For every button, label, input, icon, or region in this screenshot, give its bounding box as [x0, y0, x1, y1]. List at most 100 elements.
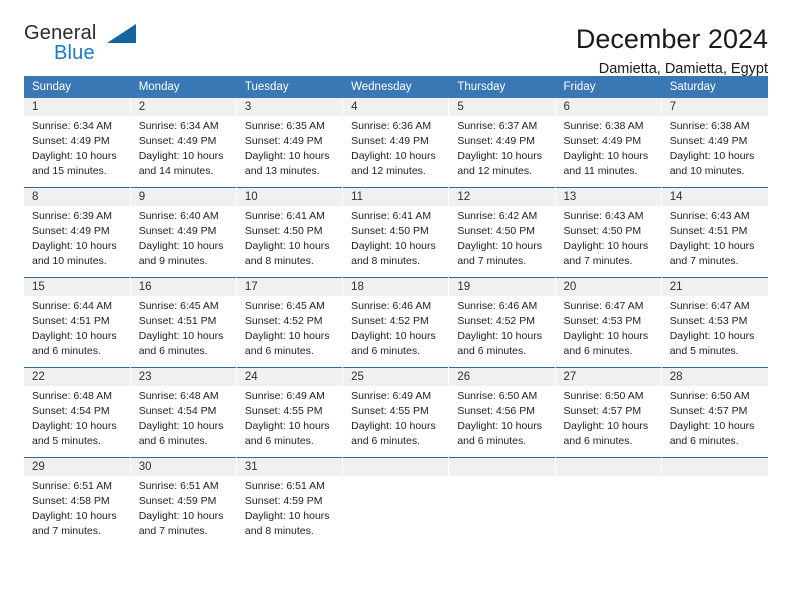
- day-detail-cell[interactable]: Sunrise: 6:45 AM Sunset: 4:52 PM Daylight:…: [236, 296, 344, 368]
- day-detail-cell[interactable]: Sunrise: 6:34 AM Sunset: 4:49 PM Daylight:…: [24, 116, 131, 188]
- week-detail-row: Sunrise: 6:48 AM Sunset: 4:54 PM Daylight:…: [24, 386, 768, 458]
- day-number-cell[interactable]: 16: [130, 277, 237, 296]
- day-detail-cell[interactable]: Sunrise: 6:49 AM Sunset: 4:55 PM Daylight:…: [236, 386, 344, 458]
- day-sunset-text: Sunset: 4:52 PM: [457, 315, 535, 327]
- day-daylight-text: Daylight: 10 hours: [32, 510, 117, 522]
- day-detail-cell[interactable]: Sunrise: 6:47 AM Sunset: 4:53 PM Daylight:…: [661, 296, 768, 368]
- day-daylight-text: Daylight: 10 hours: [138, 150, 224, 162]
- day-number-cell[interactable]: 20: [555, 277, 662, 296]
- day-number-cell[interactable]: 3: [236, 98, 344, 116]
- day-detail-cell[interactable]: Sunrise: 6:46 AM Sunset: 4:52 PM Daylight:…: [342, 296, 450, 368]
- day-detail-cell[interactable]: Sunrise: 6:50 AM Sunset: 4:57 PM Daylight:…: [555, 386, 662, 458]
- day-number-cell[interactable]: 12: [448, 187, 556, 206]
- day-daylight-text: Daylight: 10 hours: [138, 420, 224, 432]
- day-detail-cell[interactable]: Sunrise: 6:51 AM Sunset: 4:58 PM Daylight:…: [24, 476, 131, 547]
- day-number-cell[interactable]: 17: [236, 277, 344, 296]
- day-daylight-text: Daylight: 10 hours: [244, 150, 330, 162]
- day-sunrise-text: Sunrise: 6:51 AM: [32, 480, 112, 492]
- day-number-cell[interactable]: 11: [342, 187, 450, 206]
- day-detail-cell[interactable]: Sunrise: 6:36 AM Sunset: 4:49 PM Daylight:…: [342, 116, 450, 188]
- day-daylight-text: and 15 minutes.: [32, 165, 107, 177]
- day-daylight-text: and 6 minutes.: [563, 435, 633, 447]
- day-daylight-text: and 6 minutes.: [351, 345, 420, 357]
- day-number-cell[interactable]: 27: [555, 367, 662, 386]
- day-detail-cell[interactable]: Sunrise: 6:50 AM Sunset: 4:57 PM Daylight:…: [661, 386, 768, 458]
- day-daylight-text: and 6 minutes.: [457, 345, 527, 357]
- day-detail-cell[interactable]: Sunrise: 6:46 AM Sunset: 4:52 PM Daylight:…: [448, 296, 556, 368]
- day-detail-cell[interactable]: Sunrise: 6:43 AM Sunset: 4:50 PM Daylight:…: [555, 206, 662, 278]
- day-number-cell[interactable]: 25: [342, 367, 450, 386]
- general-blue-logo[interactable]: General Blue: [24, 22, 154, 74]
- day-number-cell[interactable]: 26: [448, 367, 556, 386]
- day-daylight-text: and 6 minutes.: [669, 435, 739, 447]
- day-daylight-text: and 8 minutes.: [244, 255, 314, 267]
- day-number-cell[interactable]: 2: [130, 98, 237, 116]
- day-daylight-text: and 6 minutes.: [244, 435, 314, 447]
- day-daylight-text: Daylight: 10 hours: [457, 240, 542, 252]
- day-daylight-text: Daylight: 10 hours: [563, 330, 649, 342]
- day-daylight-text: and 7 minutes.: [669, 255, 739, 267]
- day-number-cell[interactable]: 29: [24, 457, 131, 476]
- day-number-cell[interactable]: 21: [661, 277, 768, 296]
- day-detail-cell[interactable]: Sunrise: 6:48 AM Sunset: 4:54 PM Daylight:…: [24, 386, 131, 458]
- day-daylight-text: Daylight: 10 hours: [138, 330, 224, 342]
- day-detail-cell[interactable]: Sunrise: 6:45 AM Sunset: 4:51 PM Daylight:…: [130, 296, 237, 368]
- day-detail-cell[interactable]: Sunrise: 6:49 AM Sunset: 4:55 PM Daylight:…: [342, 386, 450, 458]
- day-number-cell[interactable]: 28: [661, 367, 768, 386]
- day-number-cell[interactable]: 5: [448, 98, 556, 116]
- day-number-cell[interactable]: 14: [661, 187, 768, 206]
- day-detail-cell[interactable]: Sunrise: 6:34 AM Sunset: 4:49 PM Daylight:…: [130, 116, 237, 188]
- day-number-cell[interactable]: 18: [342, 277, 450, 296]
- day-number-cell[interactable]: 24: [236, 367, 344, 386]
- day-number-cell[interactable]: 8: [24, 187, 131, 206]
- day-sunrise-text: Sunrise: 6:40 AM: [138, 210, 219, 222]
- day-detail-cell[interactable]: Sunrise: 6:51 AM Sunset: 4:59 PM Daylight:…: [236, 476, 344, 547]
- day-daylight-text: and 12 minutes.: [351, 165, 426, 177]
- day-daylight-text: Daylight: 10 hours: [351, 330, 436, 342]
- day-daylight-text: and 10 minutes.: [669, 165, 745, 177]
- day-number-cell[interactable]: 10: [236, 187, 344, 206]
- day-number-cell[interactable]: 13: [555, 187, 662, 206]
- day-sunset-text: Sunset: 4:51 PM: [669, 225, 748, 237]
- day-detail-cell[interactable]: Sunrise: 6:37 AM Sunset: 4:49 PM Daylight:…: [448, 116, 556, 188]
- day-daylight-text: Daylight: 10 hours: [32, 420, 117, 432]
- day-detail-cell[interactable]: Sunrise: 6:41 AM Sunset: 4:50 PM Daylight:…: [236, 206, 344, 278]
- day-sunrise-text: Sunrise: 6:43 AM: [563, 210, 644, 222]
- day-number-cell[interactable]: 1: [24, 98, 131, 116]
- day-sunset-text: Sunset: 4:49 PM: [32, 225, 110, 237]
- day-daylight-text: and 7 minutes.: [32, 525, 101, 537]
- day-sunrise-text: Sunrise: 6:44 AM: [32, 300, 112, 312]
- day-daylight-text: and 13 minutes.: [244, 165, 320, 177]
- day-sunset-text: Sunset: 4:53 PM: [563, 315, 642, 327]
- day-number-cell[interactable]: 22: [24, 367, 131, 386]
- day-detail-cell[interactable]: Sunrise: 6:42 AM Sunset: 4:50 PM Daylight:…: [448, 206, 556, 278]
- day-detail-cell[interactable]: Sunrise: 6:38 AM Sunset: 4:49 PM Daylight:…: [555, 116, 662, 188]
- day-number-cell[interactable]: 15: [24, 277, 131, 296]
- day-number-cell[interactable]: 6: [555, 98, 662, 116]
- day-detail-cell[interactable]: Sunrise: 6:41 AM Sunset: 4:50 PM Daylight:…: [342, 206, 450, 278]
- calendar-body: 1 2 3 4 5 6 7 Sunrise: 6:34 AM Sunset: 4:49 PM Da…: [24, 98, 768, 547]
- day-detail-cell[interactable]: Sunrise: 6:44 AM Sunset: 4:51 PM Daylight:…: [24, 296, 131, 368]
- day-number-cell[interactable]: 19: [448, 277, 556, 296]
- day-number-cell[interactable]: 7: [661, 98, 768, 116]
- day-daylight-text: Daylight: 10 hours: [457, 150, 542, 162]
- day-sunset-text: Sunset: 4:49 PM: [244, 135, 323, 147]
- day-detail-cell[interactable]: Sunrise: 6:43 AM Sunset: 4:51 PM Daylight:…: [661, 206, 768, 278]
- triangle-icon: [107, 24, 136, 43]
- calendar-page: General Blue December 2024 Damietta, Dam…: [0, 0, 792, 612]
- day-number-cell[interactable]: 4: [342, 98, 450, 116]
- day-detail-cell[interactable]: Sunrise: 6:39 AM Sunset: 4:49 PM Daylight:…: [24, 206, 131, 278]
- day-detail-cell[interactable]: Sunrise: 6:40 AM Sunset: 4:49 PM Daylight:…: [130, 206, 237, 278]
- day-number-cell[interactable]: 30: [130, 457, 237, 476]
- day-detail-cell[interactable]: Sunrise: 6:38 AM Sunset: 4:49 PM Daylight:…: [661, 116, 768, 188]
- day-detail-cell[interactable]: Sunrise: 6:47 AM Sunset: 4:53 PM Daylight:…: [555, 296, 662, 368]
- day-detail-cell[interactable]: Sunrise: 6:35 AM Sunset: 4:49 PM Daylight:…: [236, 116, 344, 188]
- day-detail-cell[interactable]: Sunrise: 6:48 AM Sunset: 4:54 PM Daylight:…: [130, 386, 237, 458]
- day-number-cell[interactable]: 23: [130, 367, 237, 386]
- day-detail-cell[interactable]: Sunrise: 6:50 AM Sunset: 4:56 PM Daylight:…: [448, 386, 556, 458]
- day-detail-cell[interactable]: Sunrise: 6:51 AM Sunset: 4:59 PM Daylight:…: [130, 476, 237, 547]
- day-sunrise-text: Sunrise: 6:43 AM: [669, 210, 750, 222]
- day-number-cell[interactable]: 31: [236, 457, 344, 476]
- day-number-cell[interactable]: 9: [130, 187, 237, 206]
- day-daylight-text: Daylight: 10 hours: [138, 240, 224, 252]
